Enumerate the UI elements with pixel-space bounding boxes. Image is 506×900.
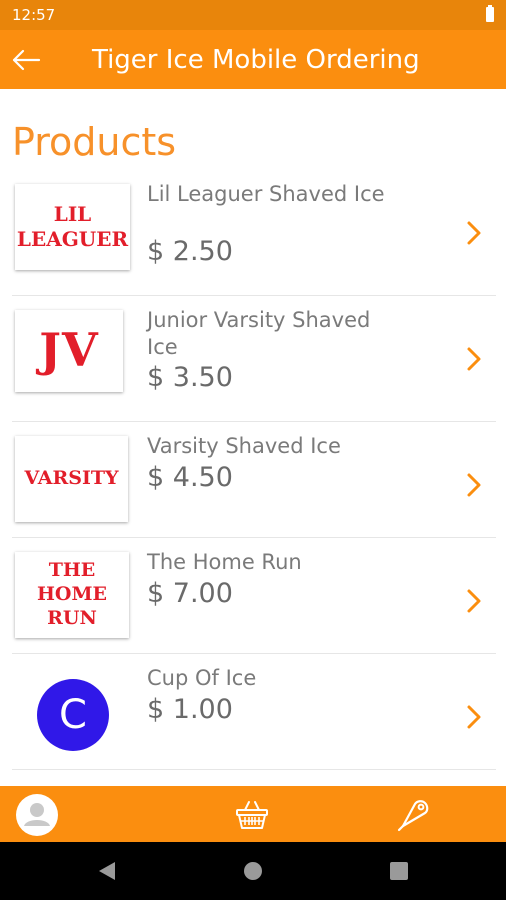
app-title: Tiger Ice Mobile Ordering [92, 45, 420, 75]
product-list: LIL LEAGUER Lil Leaguer Shaved Ice $ 2.5… [12, 170, 496, 770]
status-time: 12:57 [12, 6, 56, 24]
basket-button[interactable] [230, 793, 274, 837]
basket-icon [236, 801, 268, 829]
product-price: $ 1.00 [147, 694, 233, 725]
product-name: Cup Of Ice [147, 666, 257, 690]
system-nav-bar [0, 842, 506, 900]
logo-line: JV [39, 323, 99, 378]
triangle-back-icon [99, 862, 115, 880]
product-price: $ 4.50 [147, 462, 233, 493]
chevron-right-icon[interactable] [462, 470, 486, 500]
product-row-junior-varsity[interactable]: JV Junior Varsity Shaved Ice $ 3.50 [12, 296, 496, 422]
chevron-right-icon[interactable] [462, 702, 486, 732]
product-avatar: C [37, 679, 109, 751]
home-run-logo: THE HOME RUN [15, 552, 129, 638]
product-name: Junior Varsity Shaved Ice [147, 308, 371, 359]
logo-line: LIL [53, 202, 92, 226]
product-row-varsity[interactable]: VARSITY Varsity Shaved Ice $ 4.50 [12, 422, 496, 538]
chevron-right-icon[interactable] [462, 586, 486, 616]
profile-button[interactable] [15, 793, 59, 837]
status-bar: 12:57 [0, 0, 506, 30]
tag-button[interactable] [392, 793, 436, 837]
circle-home-icon [244, 862, 262, 880]
square-recents-icon [390, 862, 408, 880]
product-row-cup-of-ice[interactable]: C Cup Of Ice $ 1.00 [12, 654, 496, 770]
nav-home-button[interactable] [238, 856, 268, 886]
product-price: $ 7.00 [147, 578, 233, 609]
jv-logo: JV [15, 310, 123, 392]
chevron-right-icon[interactable] [462, 218, 486, 248]
logo-line: LEAGUER [16, 227, 129, 251]
arrow-left-icon [12, 49, 41, 71]
product-name: The Home Run [147, 550, 302, 574]
product-row-home-run[interactable]: THE HOME RUN The Home Run $ 7.00 [12, 538, 496, 654]
product-price: $ 2.50 [147, 236, 233, 267]
nav-back-button[interactable] [92, 856, 122, 886]
bottom-tab-bar [0, 786, 506, 842]
chevron-right-icon[interactable] [462, 344, 486, 374]
battery-icon [486, 5, 494, 22]
varsity-logo: VARSITY [15, 436, 128, 522]
product-name: Lil Leaguer Shaved Ice [147, 182, 385, 206]
tag-icon [397, 800, 429, 832]
logo-line: VARSITY [24, 467, 119, 490]
logo-line: THE [48, 559, 96, 582]
lil-leaguer-logo: LIL LEAGUER [15, 184, 130, 270]
product-row-lil-leaguer[interactable]: LIL LEAGUER Lil Leaguer Shaved Ice $ 2.5… [12, 170, 496, 296]
product-price: $ 3.50 [147, 362, 233, 393]
page-heading: Products [12, 120, 177, 164]
back-button[interactable] [6, 40, 46, 80]
logo-line: HOME [36, 583, 108, 606]
profile-icon [16, 794, 58, 836]
app-bar: Tiger Ice Mobile Ordering [0, 30, 506, 89]
nav-recents-button[interactable] [384, 856, 414, 886]
logo-line: RUN [47, 606, 97, 629]
product-name: Varsity Shaved Ice [147, 434, 341, 458]
